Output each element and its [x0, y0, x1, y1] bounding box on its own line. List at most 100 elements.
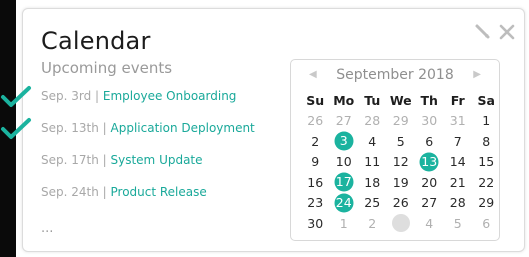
calendar-day[interactable]: 5	[444, 213, 473, 234]
calendar-day[interactable]: 29	[472, 193, 501, 214]
calendar-day[interactable]: 9	[301, 152, 330, 173]
day-number: 22	[478, 174, 495, 190]
today-day[interactable]	[387, 213, 416, 234]
calendar-day[interactable]: 4	[415, 213, 444, 234]
calendar-day[interactable]: 1	[330, 213, 359, 234]
calendar-day[interactable]: 7	[444, 131, 473, 152]
calendar-day[interactable]: 5	[387, 131, 416, 152]
calendar-header: ◀ September 2018 ▶	[291, 66, 499, 88]
more-events[interactable]: ...	[41, 221, 53, 236]
calendar-day[interactable]: 27	[415, 193, 444, 214]
weekday-label: We	[389, 92, 412, 108]
today-marker	[391, 214, 410, 233]
calendar-day[interactable]: 18	[358, 172, 387, 193]
event-link[interactable]: System Update	[111, 153, 203, 167]
day-number: 18	[364, 174, 381, 190]
calendar-day[interactable]: 28	[358, 111, 387, 132]
event-separator: |	[98, 185, 111, 199]
calendar-day[interactable]: 29	[387, 111, 416, 132]
day-number: 13	[421, 153, 438, 169]
day-number: 14	[449, 154, 466, 170]
weekday-label: Su	[306, 92, 325, 108]
calendar-day[interactable]: 16	[301, 172, 330, 193]
day-number: 30	[307, 215, 324, 231]
day-number: 12	[392, 154, 409, 170]
calendar-day[interactable]: 2	[301, 131, 330, 152]
calendar-day[interactable]: 6	[472, 213, 501, 234]
event-day[interactable]: 24	[330, 193, 359, 214]
close-icon[interactable]	[498, 23, 516, 41]
calendar-day[interactable]: 19	[387, 172, 416, 193]
day-number: 1	[339, 215, 348, 231]
calendar-day[interactable]: 8	[472, 131, 501, 152]
day-number: 17	[335, 174, 352, 190]
calendar-day[interactable]: 10	[330, 152, 359, 173]
calendar-day[interactable]: 30	[301, 213, 330, 234]
day-number: 30	[421, 113, 438, 129]
calendar-day[interactable]: 6	[415, 131, 444, 152]
day-number: 23	[307, 195, 324, 211]
day-number: 26	[392, 195, 409, 211]
event-day[interactable]: 17	[330, 172, 359, 193]
event-link[interactable]: Product Release	[111, 185, 207, 199]
event-separator: |	[91, 89, 103, 103]
day-number: 6	[482, 215, 491, 231]
weekday-row: Su Mo Tu We Th Fr Sa	[301, 90, 501, 111]
checkmark-icon	[1, 86, 31, 107]
day-number: 29	[392, 113, 409, 129]
event-item: Sep. 24th | Product Release	[41, 183, 255, 215]
day-number: 31	[449, 113, 466, 129]
day-number: 28	[364, 113, 381, 129]
pin-icon[interactable]	[474, 23, 492, 41]
week-row: 30 1 2 4 5 6	[301, 213, 501, 234]
calendar-day[interactable]: 26	[387, 193, 416, 214]
widget-subtitle: Upcoming events	[41, 59, 173, 77]
calendar-day[interactable]: 4	[358, 131, 387, 152]
event-separator: |	[98, 153, 111, 167]
calendar-day[interactable]: 22	[472, 172, 501, 193]
event-date: Sep. 13th	[41, 121, 99, 135]
calendar-day[interactable]: 28	[444, 193, 473, 214]
day-number: 25	[364, 195, 381, 211]
day-number: 27	[335, 113, 352, 129]
calendar-day[interactable]: 25	[358, 193, 387, 214]
event-date: Sep. 24th	[41, 185, 99, 199]
event-separator: |	[98, 121, 111, 135]
day-number: 4	[425, 215, 434, 231]
calendar-day[interactable]: 12	[387, 152, 416, 173]
calendar-day[interactable]: 23	[301, 193, 330, 214]
next-month-icon[interactable]: ▶	[473, 69, 481, 80]
calendar-day[interactable]: 30	[415, 111, 444, 132]
calendar-day[interactable]: 11	[358, 152, 387, 173]
weekday-label: Mo	[333, 92, 355, 108]
event-day[interactable]: 13	[415, 152, 444, 173]
event-day[interactable]: 3	[330, 131, 359, 152]
checkmark-icon	[1, 118, 31, 139]
event-link[interactable]: Employee Onboarding	[103, 89, 237, 103]
day-number: 29	[478, 195, 495, 211]
calendar-day[interactable]: 27	[330, 111, 359, 132]
day-number: 7	[453, 133, 462, 149]
day-number: 10	[335, 154, 352, 170]
calendar-grid: Su Mo Tu We Th Fr Sa 26 27 28 29 30 31 1 2 3 4 5 6 7 8 9 10 11 1…	[301, 90, 501, 234]
week-row: 23 24 25 26 27 28 29	[301, 193, 501, 214]
day-number: 16	[307, 174, 324, 190]
calendar-day[interactable]: 14	[444, 152, 473, 173]
day-number: 5	[453, 215, 462, 231]
weekday-label: Fr	[450, 92, 465, 108]
widget-title: Calendar	[41, 27, 151, 55]
calendar-day[interactable]: 26	[301, 111, 330, 132]
calendar-day[interactable]: 2	[358, 213, 387, 234]
calendar-day[interactable]: 15	[472, 152, 501, 173]
day-number: 11	[364, 154, 381, 170]
weekday-label: Tu	[364, 92, 381, 108]
calendar-day[interactable]: 1	[472, 111, 501, 132]
calendar-day[interactable]: 31	[444, 111, 473, 132]
day-number: 6	[425, 133, 434, 149]
event-link[interactable]: Application Deployment	[111, 121, 255, 135]
calendar-day[interactable]: 20	[415, 172, 444, 193]
calendar-day[interactable]: 21	[444, 172, 473, 193]
weekday-label: Th	[420, 92, 438, 108]
event-date: Sep. 3rd	[41, 89, 92, 103]
event-date: Sep. 17th	[41, 153, 99, 167]
